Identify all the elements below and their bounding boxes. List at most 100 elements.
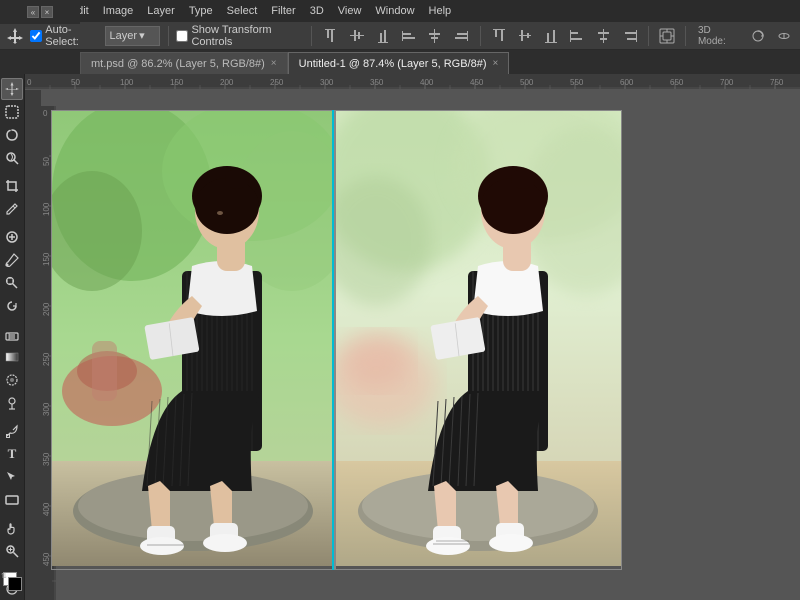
left-toolbar: T ⇅ bbox=[0, 74, 25, 600]
svg-text:350: 350 bbox=[42, 452, 51, 466]
tab-mt-psd-label: mt.psd @ 86.2% (Layer 5, RGB/8#) bbox=[91, 58, 265, 70]
svg-text:500: 500 bbox=[520, 78, 534, 87]
menu-3d[interactable]: 3D bbox=[304, 3, 330, 19]
transform-checkbox[interactable] bbox=[176, 30, 188, 42]
panels-expand-btn[interactable]: × bbox=[41, 6, 53, 18]
options-divider-5 bbox=[685, 26, 686, 46]
svg-text:150: 150 bbox=[170, 78, 184, 87]
tab-untitled-close[interactable]: × bbox=[493, 58, 499, 69]
align-bottom-edges[interactable] bbox=[373, 25, 393, 47]
history-brush-tool[interactable] bbox=[1, 295, 23, 317]
tab-untitled[interactable]: Untitled-1 @ 87.4% (Layer 5, RGB/8#) × bbox=[288, 52, 510, 74]
photo-edited-svg bbox=[336, 111, 621, 566]
transform-controls-option[interactable]: Show Transform Controls bbox=[176, 24, 303, 48]
brush-tool[interactable] bbox=[1, 249, 23, 271]
main-area: T ⇅ bbox=[0, 74, 800, 600]
options-divider-3 bbox=[480, 26, 481, 46]
blur-tool[interactable] bbox=[1, 369, 23, 391]
dodge-tool[interactable] bbox=[1, 392, 23, 414]
options-divider-1 bbox=[168, 26, 169, 46]
menu-type[interactable]: Type bbox=[183, 3, 219, 19]
tab-mt-psd[interactable]: mt.psd @ 86.2% (Layer 5, RGB/8#) × bbox=[80, 52, 288, 74]
auto-align-layers[interactable] bbox=[657, 25, 677, 47]
3d-mode-label: 3D Mode: bbox=[694, 25, 742, 47]
svg-text:350: 350 bbox=[370, 78, 384, 87]
spot-heal-tool[interactable] bbox=[1, 226, 23, 248]
3d-roll[interactable] bbox=[774, 25, 794, 47]
svg-text:650: 650 bbox=[670, 78, 684, 87]
svg-text:0: 0 bbox=[27, 78, 32, 87]
distribute-top[interactable] bbox=[489, 25, 509, 47]
top-ruler-svg: 0 50 100 150 200 250 300 350 400 450 bbox=[25, 74, 800, 89]
svg-text:50: 50 bbox=[71, 78, 80, 87]
layer-dropdown[interactable]: Layer ▾ bbox=[105, 26, 160, 46]
canvas-wrapper: 0 50 100 150 200 250 300 350 400 450 bbox=[25, 74, 800, 600]
distribute-horizontal-centers[interactable] bbox=[593, 25, 613, 47]
svg-text:100: 100 bbox=[42, 202, 51, 216]
svg-text:400: 400 bbox=[420, 78, 434, 87]
svg-text:100: 100 bbox=[120, 78, 134, 87]
move-tool-icon bbox=[6, 26, 24, 46]
autoselect-checkbox[interactable] bbox=[30, 30, 42, 42]
menu-image[interactable]: Image bbox=[97, 3, 140, 19]
gradient-tool[interactable] bbox=[1, 346, 23, 368]
svg-text:300: 300 bbox=[42, 402, 51, 416]
path-select-tool[interactable] bbox=[1, 466, 23, 488]
lasso-tool[interactable] bbox=[1, 124, 23, 146]
align-left-edges[interactable] bbox=[399, 25, 419, 47]
svg-text:0: 0 bbox=[43, 109, 48, 118]
marquee-tool[interactable] bbox=[1, 101, 23, 123]
svg-text:200: 200 bbox=[220, 78, 234, 87]
eyedropper-tool[interactable] bbox=[1, 198, 23, 220]
top-ruler: 0 50 100 150 200 250 300 350 400 450 bbox=[25, 74, 800, 90]
pen-tool[interactable] bbox=[1, 420, 23, 442]
3d-rotate[interactable] bbox=[747, 25, 767, 47]
svg-text:200: 200 bbox=[42, 302, 51, 316]
menu-view[interactable]: View bbox=[332, 3, 368, 19]
distribute-right[interactable] bbox=[620, 25, 640, 47]
hand-tool[interactable] bbox=[1, 517, 23, 539]
svg-text:250: 250 bbox=[42, 352, 51, 366]
align-horizontal-centers[interactable] bbox=[425, 25, 445, 47]
options-bar: Auto-Select: Layer ▾ Show Transform Cont… bbox=[0, 22, 800, 50]
tabs-bar: « × mt.psd @ 86.2% (Layer 5, RGB/8#) × U… bbox=[0, 50, 800, 74]
align-top-edges[interactable] bbox=[320, 25, 340, 47]
zoom-tool[interactable] bbox=[1, 540, 23, 562]
svg-text:600: 600 bbox=[620, 78, 634, 87]
menu-bar: Ps File Edit Image Layer Type Select Fil… bbox=[0, 0, 800, 22]
menu-filter[interactable]: Filter bbox=[265, 3, 301, 19]
options-divider-2 bbox=[311, 26, 312, 46]
shape-tool[interactable] bbox=[1, 489, 23, 511]
clone-tool[interactable] bbox=[1, 272, 23, 294]
panels-collapse-btn[interactable]: « bbox=[27, 6, 39, 18]
menu-window[interactable]: Window bbox=[369, 3, 420, 19]
type-tool[interactable]: T bbox=[1, 443, 23, 465]
transform-label: Show Transform Controls bbox=[191, 24, 303, 48]
eraser-tool[interactable] bbox=[1, 323, 23, 345]
quick-select-tool[interactable] bbox=[1, 147, 23, 169]
autoselect-option[interactable]: Auto-Select: bbox=[30, 24, 98, 48]
distribute-bottom[interactable] bbox=[541, 25, 561, 47]
distribute-vertical-centers[interactable] bbox=[515, 25, 535, 47]
move-tool[interactable] bbox=[1, 78, 23, 100]
align-right-edges[interactable] bbox=[451, 25, 471, 47]
distribute-left[interactable] bbox=[567, 25, 587, 47]
canvas-area[interactable]: 0 50 100 150 200 250 300 350 400 bbox=[41, 90, 800, 600]
autoselect-label: Auto-Select: bbox=[45, 24, 98, 48]
align-vertical-centers[interactable] bbox=[346, 25, 366, 47]
menu-help[interactable]: Help bbox=[423, 3, 458, 19]
options-divider-4 bbox=[648, 26, 649, 46]
tab-mt-psd-close[interactable]: × bbox=[271, 58, 277, 69]
svg-text:250: 250 bbox=[270, 78, 284, 87]
svg-text:150: 150 bbox=[42, 252, 51, 266]
svg-text:700: 700 bbox=[720, 78, 734, 87]
photo-original-svg bbox=[52, 111, 334, 566]
svg-text:50: 50 bbox=[42, 157, 51, 166]
svg-text:300: 300 bbox=[320, 78, 334, 87]
crop-tool[interactable] bbox=[1, 175, 23, 197]
svg-text:400: 400 bbox=[42, 502, 51, 516]
svg-text:750: 750 bbox=[770, 78, 784, 87]
menu-layer[interactable]: Layer bbox=[141, 3, 181, 19]
menu-select[interactable]: Select bbox=[221, 3, 264, 19]
svg-text:450: 450 bbox=[470, 78, 484, 87]
